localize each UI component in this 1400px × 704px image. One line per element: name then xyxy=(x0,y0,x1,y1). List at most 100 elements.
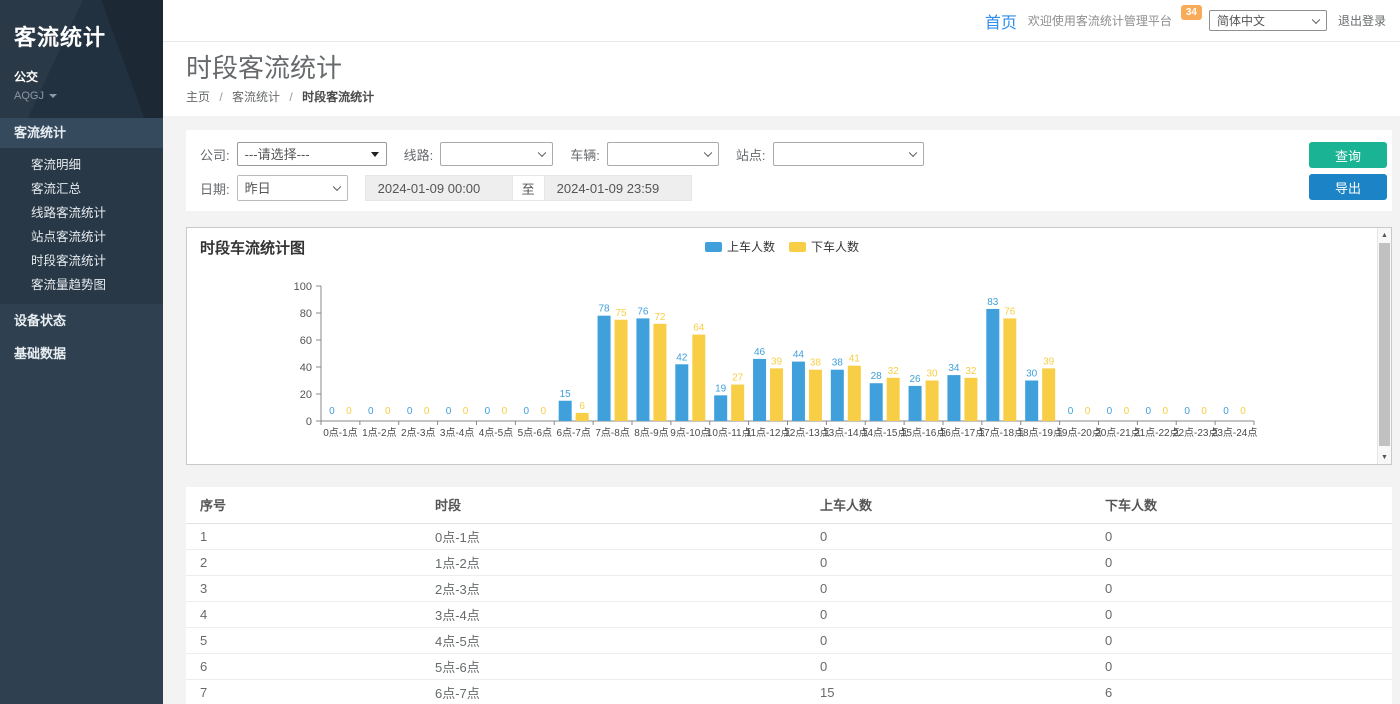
line-select[interactable] xyxy=(440,142,553,166)
sidebar-item-passenger-detail[interactable]: 客流明细 xyxy=(0,153,163,177)
table-cell: 0 xyxy=(1091,523,1392,549)
table-header-cell: 序号 xyxy=(186,487,421,523)
svg-text:0: 0 xyxy=(1163,406,1169,417)
company-select[interactable]: ---请选择--- xyxy=(237,142,387,166)
table-row: 54点-5点00 xyxy=(186,627,1392,653)
svg-text:0: 0 xyxy=(1085,406,1091,417)
station-select[interactable] xyxy=(773,142,924,166)
table-panel: 序号时段上车人数下车人数 10点-1点0021点-2点0032点-3点0043点… xyxy=(186,487,1392,704)
svg-text:64: 64 xyxy=(693,323,705,334)
svg-text:80: 80 xyxy=(300,308,312,320)
date-preset-select[interactable]: 昨日 xyxy=(237,175,348,201)
bar xyxy=(692,335,705,421)
svg-text:0: 0 xyxy=(1124,406,1130,417)
table-cell: 6 xyxy=(186,653,421,679)
date-to-input[interactable] xyxy=(544,175,692,201)
bar xyxy=(986,309,999,421)
sidebar-item-period-stats[interactable]: 时段客流统计 xyxy=(0,249,163,273)
sidebar-item-trend-chart[interactable]: 客流量趋势图 xyxy=(0,273,163,297)
svg-text:78: 78 xyxy=(599,304,611,315)
page-heading: 时段客流统计 主页 / 客流统计 / 时段客流统计 xyxy=(163,42,1400,116)
breadcrumb-home[interactable]: 主页 xyxy=(186,90,210,104)
main-area: 首页 欢迎使用客流统计管理平台 34 简体中文 退出登录 时段客流统计 主页 /… xyxy=(163,0,1400,704)
user-menu[interactable]: AQGJ xyxy=(14,90,149,102)
table-body: 10点-1点0021点-2点0032点-3点0043点-4点0054点-5点00… xyxy=(186,523,1392,704)
svg-text:39: 39 xyxy=(1043,356,1055,367)
sidebar-item-base-data[interactable]: 基础数据 xyxy=(0,337,163,370)
breadcrumb-current: 时段客流统计 xyxy=(302,90,374,104)
table-cell: 0 xyxy=(1091,575,1392,601)
scrollbar-thumb[interactable] xyxy=(1379,243,1390,446)
table-row: 43点-4点00 xyxy=(186,601,1392,627)
svg-text:0: 0 xyxy=(1107,406,1113,417)
svg-text:76: 76 xyxy=(637,306,649,317)
table-header-cell: 下车人数 xyxy=(1091,487,1392,523)
svg-text:42: 42 xyxy=(676,352,688,363)
caret-down-icon xyxy=(49,94,57,98)
content-area: 公司: ---请选择--- 线路: xyxy=(163,116,1400,704)
svg-text:20: 20 xyxy=(300,389,312,401)
date-from-input[interactable] xyxy=(365,175,513,201)
scroll-down-icon[interactable]: ▼ xyxy=(1378,450,1391,464)
query-button[interactable]: 查询 xyxy=(1309,142,1387,168)
table-header-row: 序号时段上车人数下车人数 xyxy=(186,487,1392,523)
svg-text:0: 0 xyxy=(1146,406,1152,417)
table-cell: 0 xyxy=(806,627,1091,653)
sidebar-item-passenger-summary[interactable]: 客流汇总 xyxy=(0,177,163,201)
svg-text:8点-9点: 8点-9点 xyxy=(634,427,668,439)
line-filter: 线路: xyxy=(404,142,554,166)
table-cell: 2点-3点 xyxy=(421,575,806,601)
chart-scrollbar[interactable]: ▲ ▼ xyxy=(1377,228,1391,464)
org-label: 公交 xyxy=(14,68,149,85)
svg-text:0: 0 xyxy=(1068,406,1074,417)
breadcrumb: 主页 / 客流统计 / 时段客流统计 xyxy=(186,90,1400,104)
filter-panel: 公司: ---请选择--- 线路: xyxy=(186,130,1392,211)
bar xyxy=(926,381,939,422)
table-cell: 1 xyxy=(186,523,421,549)
bar xyxy=(714,395,727,421)
svg-text:28: 28 xyxy=(871,371,883,382)
logout-link[interactable]: 退出登录 xyxy=(1338,12,1386,29)
sidebar-item-station-stats[interactable]: 站点客流统计 xyxy=(0,225,163,249)
language-select-wrap: 简体中文 xyxy=(1209,10,1327,31)
sidebar-item-device-status[interactable]: 设备状态 xyxy=(0,304,163,337)
sidebar-item-line-stats[interactable]: 线路客流统计 xyxy=(0,201,163,225)
svg-text:100: 100 xyxy=(294,281,312,293)
table-cell: 0 xyxy=(1091,601,1392,627)
company-label: 公司: xyxy=(200,145,230,164)
svg-text:5点-6点: 5点-6点 xyxy=(518,427,552,439)
svg-text:0: 0 xyxy=(1240,406,1246,417)
svg-text:34: 34 xyxy=(948,363,960,374)
sidebar-item-passenger-stats[interactable]: 客流统计 xyxy=(0,118,163,148)
breadcrumb-separator: / xyxy=(219,90,222,104)
table-cell: 0 xyxy=(1091,653,1392,679)
bar xyxy=(576,413,589,421)
table-row: 65点-6点00 xyxy=(186,653,1392,679)
svg-text:7点-8点: 7点-8点 xyxy=(595,427,629,439)
filter-row-1: 公司: ---请选择--- 线路: xyxy=(200,142,1392,166)
svg-text:38: 38 xyxy=(832,358,844,369)
language-select[interactable]: 简体中文 xyxy=(1209,10,1327,31)
svg-text:0: 0 xyxy=(407,406,413,417)
svg-text:0: 0 xyxy=(1184,406,1190,417)
svg-text:44: 44 xyxy=(793,350,805,361)
export-button[interactable]: 导出 xyxy=(1309,174,1387,200)
scroll-up-icon[interactable]: ▲ xyxy=(1378,228,1391,242)
bar xyxy=(848,366,861,421)
table-cell: 0 xyxy=(806,549,1091,575)
table-cell: 3 xyxy=(186,575,421,601)
legend-item[interactable]: 下车人数 xyxy=(789,238,859,255)
svg-text:27: 27 xyxy=(732,373,744,384)
svg-text:0: 0 xyxy=(306,416,312,428)
table-row: 10点-1点00 xyxy=(186,523,1392,549)
svg-text:26: 26 xyxy=(910,374,922,385)
bar xyxy=(753,359,766,421)
legend-item[interactable]: 上车人数 xyxy=(705,238,775,255)
bar xyxy=(1042,368,1055,421)
home-link[interactable]: 首页 xyxy=(985,9,1017,33)
vehicle-select[interactable] xyxy=(607,142,719,166)
table-cell: 3点-4点 xyxy=(421,601,806,627)
breadcrumb-section[interactable]: 客流统计 xyxy=(232,90,280,104)
svg-text:39: 39 xyxy=(771,356,783,367)
filter-row-2: 日期: 昨日 至 xyxy=(200,175,1392,201)
